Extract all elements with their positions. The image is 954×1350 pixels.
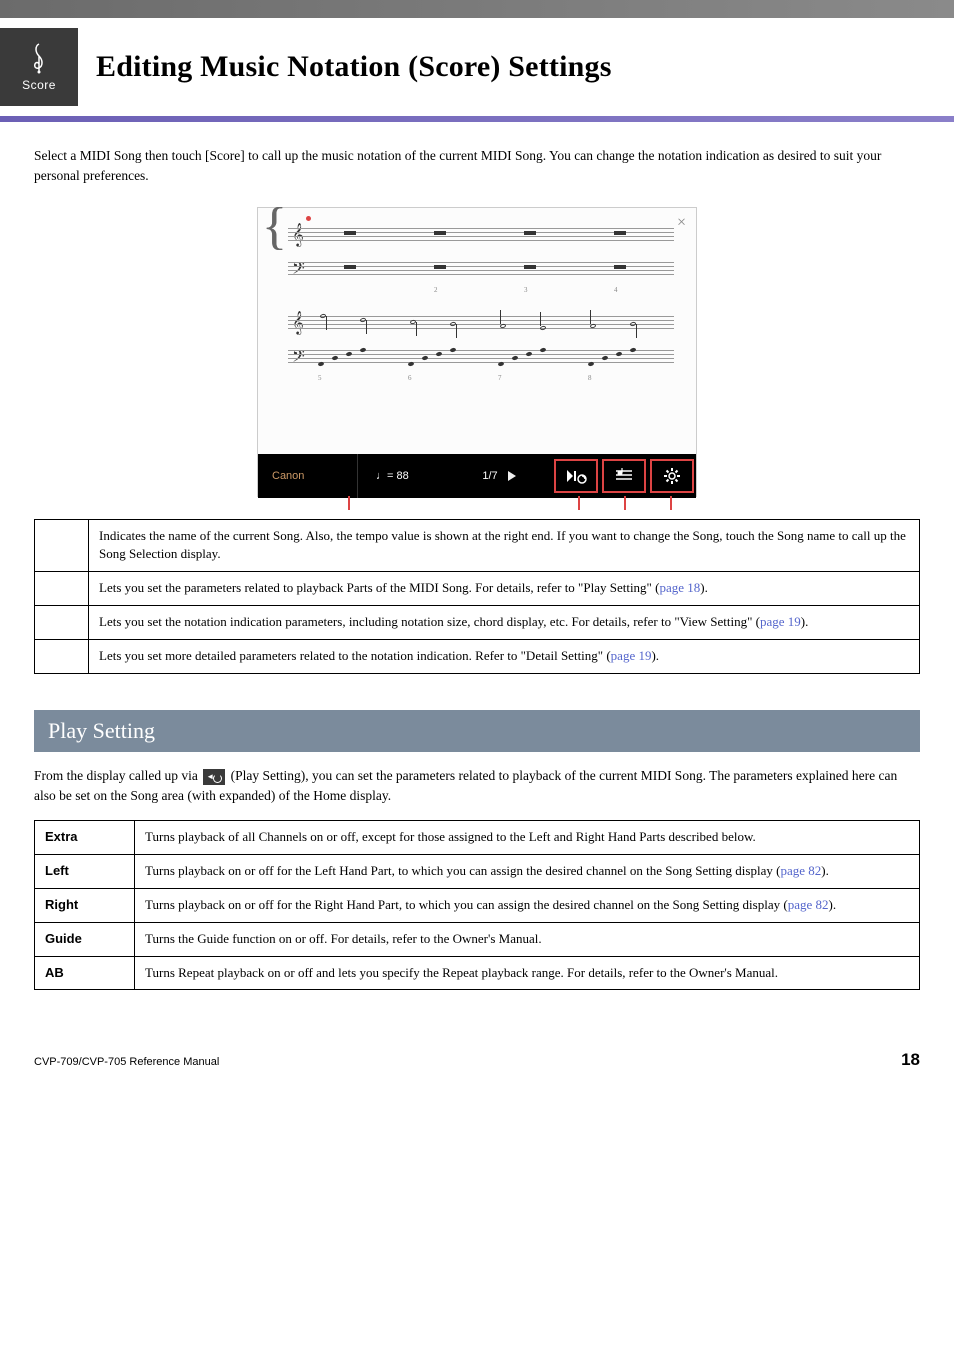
icon-cell [35, 639, 89, 673]
table-row: Guide Turns the Guide function on or off… [35, 922, 920, 956]
detail-setting-button[interactable] [650, 459, 694, 493]
setting-desc: Turns playback on or off for the Right H… [135, 888, 920, 922]
brace-icon: { [262, 214, 287, 240]
song-name-display[interactable]: Canon [258, 454, 358, 498]
score-icon-block: Score [0, 28, 78, 106]
play-setting-intro: From the display called up via (Play Set… [34, 766, 920, 807]
setting-label: Extra [35, 821, 135, 855]
desc-cell: Indicates the name of the current Song. … [89, 519, 920, 572]
page-link[interactable]: page 19 [760, 614, 801, 629]
staff-system-2: { 𝄞 𝄢 [274, 308, 680, 374]
table-row: Lets you set the parameters related to p… [35, 572, 920, 606]
bass-staff-1: 𝄢 2 3 4 [274, 254, 680, 286]
desc-cell: Lets you set more detailed parameters re… [89, 639, 920, 673]
score-icon-label: Score [22, 78, 56, 92]
view-setting-icon [614, 468, 634, 484]
table-row: Indicates the name of the current Song. … [35, 519, 920, 572]
page-link[interactable]: page 18 [659, 580, 700, 595]
footer-reference: CVP-709/CVP-705 Reference Manual [34, 1056, 219, 1068]
callout-line [624, 496, 626, 510]
setting-desc: Turns Repeat playback on or off and lets… [135, 956, 920, 990]
header-row: Score Editing Music Notation (Score) Set… [0, 28, 954, 106]
tempo-display: ♩= 88 [358, 470, 446, 482]
page-footer: CVP-709/CVP-705 Reference Manual 18 [0, 990, 954, 1090]
bass-staff-2: 𝄢 5 6 7 8 [274, 342, 680, 374]
icon-cell [35, 519, 89, 572]
treble-staff-1: 𝄞 [274, 220, 680, 252]
music-notation-area: × { 𝄞 𝄢 2 3 4 [258, 208, 696, 454]
gear-icon [663, 467, 681, 485]
page-navigator[interactable]: 1/7 [446, 470, 552, 482]
icon-cell [35, 606, 89, 640]
setting-label: Right [35, 888, 135, 922]
page-number: 18 [901, 1050, 920, 1070]
table-row: Lets you set more detailed parameters re… [35, 639, 920, 673]
play-triangle-icon [508, 471, 516, 481]
setting-desc: Turns playback of all Channels on or off… [135, 821, 920, 855]
play-setting-button[interactable] [554, 459, 598, 493]
callout-line [348, 496, 350, 510]
table-row: Lets you set the notation indication par… [35, 606, 920, 640]
page-title: Editing Music Notation (Score) Settings [96, 50, 612, 84]
play-setting-icon [203, 769, 225, 785]
table-row: AB Turns Repeat playback on or off and l… [35, 956, 920, 990]
treble-clef-icon [26, 42, 52, 74]
score-toolbar: Canon ♩= 88 1/7 [258, 454, 696, 498]
page-link[interactable]: page 82 [788, 897, 829, 912]
icon-cell [35, 572, 89, 606]
song-name-text: Canon [272, 470, 304, 482]
play-setting-icon [565, 468, 587, 484]
setting-label: Left [35, 855, 135, 889]
setting-desc: Turns playback on or off for the Left Ha… [135, 855, 920, 889]
top-gradient-bar [0, 0, 954, 18]
setting-label: Guide [35, 922, 135, 956]
setting-label: AB [35, 956, 135, 990]
page-link[interactable]: page 19 [611, 648, 652, 663]
table-row: Extra Turns playback of all Channels on … [35, 821, 920, 855]
play-setting-heading: Play Setting [34, 710, 920, 752]
info-table: Indicates the name of the current Song. … [34, 519, 920, 674]
setting-desc: Turns the Guide function on or off. For … [135, 922, 920, 956]
page-link[interactable]: page 82 [780, 863, 821, 878]
staff-system-1: { 𝄞 𝄢 2 3 4 [274, 220, 680, 286]
intro-paragraph: Select a MIDI Song then touch [Score] to… [34, 146, 920, 187]
score-screenshot: × { 𝄞 𝄢 2 3 4 [257, 207, 697, 497]
table-row: Right Turns playback on or off for the R… [35, 888, 920, 922]
treble-staff-2: 𝄞 [274, 308, 680, 340]
view-setting-button[interactable] [602, 459, 646, 493]
table-row: Left Turns playback on or off for the Le… [35, 855, 920, 889]
settings-table: Extra Turns playback of all Channels on … [34, 820, 920, 990]
callout-line [578, 496, 580, 510]
callout-line [670, 496, 672, 510]
desc-cell: Lets you set the notation indication par… [89, 606, 920, 640]
desc-cell: Lets you set the parameters related to p… [89, 572, 920, 606]
page-indicator-text: 1/7 [482, 470, 497, 482]
